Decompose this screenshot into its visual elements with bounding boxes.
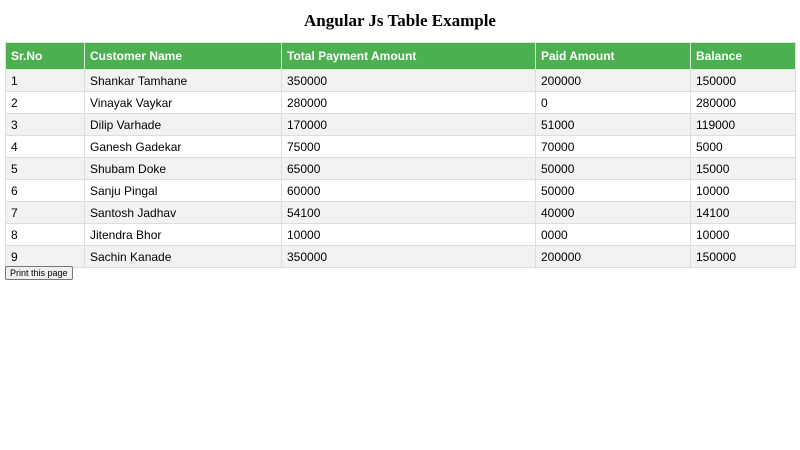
- column-header-balance: Balance: [690, 42, 796, 70]
- cell-paid-amount: 40000: [535, 201, 691, 224]
- column-header-total-payment-amount: Total Payment Amount: [281, 42, 536, 70]
- table-row: 9 Sachin Kanade 350000 200000 150000: [5, 245, 796, 268]
- cell-total-payment-amount: 350000: [281, 245, 536, 268]
- cell-balance: 10000: [690, 223, 796, 246]
- column-header-customer-name: Customer Name: [84, 42, 282, 70]
- cell-paid-amount: 50000: [535, 179, 691, 202]
- cell-total-payment-amount: 75000: [281, 135, 536, 158]
- cell-balance: 280000: [690, 91, 796, 114]
- cell-customer-name: Dilip Varhade: [84, 113, 282, 136]
- cell-sr-no: 5: [5, 157, 85, 180]
- cell-paid-amount: 200000: [535, 69, 691, 92]
- print-page-button[interactable]: Print this page: [5, 266, 73, 280]
- cell-balance: 150000: [690, 69, 796, 92]
- table-header: Sr.No Customer Name Total Payment Amount…: [5, 42, 796, 70]
- table-row: 4 Ganesh Gadekar 75000 70000 5000: [5, 135, 796, 158]
- cell-paid-amount: 0000: [535, 223, 691, 246]
- cell-balance: 14100: [690, 201, 796, 224]
- cell-customer-name: Santosh Jadhav: [84, 201, 282, 224]
- table-body: 1 Shankar Tamhane 350000 200000 150000 2 Vinay…: [5, 69, 796, 268]
- cell-total-payment-amount: 54100: [281, 201, 536, 224]
- cell-sr-no: 4: [5, 135, 85, 158]
- cell-sr-no: 2: [5, 91, 85, 114]
- table-header-row: Sr.No Customer Name Total Payment Amount…: [5, 42, 796, 70]
- cell-customer-name: Sachin Kanade: [84, 245, 282, 268]
- cell-balance: 10000: [690, 179, 796, 202]
- cell-paid-amount: 70000: [535, 135, 691, 158]
- cell-sr-no: 3: [5, 113, 85, 136]
- cell-customer-name: Sanju Pingal: [84, 179, 282, 202]
- table-row: 2 Vinayak Vaykar 280000 0 280000: [5, 91, 796, 114]
- table-row: 6 Sanju Pingal 60000 50000 10000: [5, 179, 796, 202]
- cell-sr-no: 8: [5, 223, 85, 246]
- cell-total-payment-amount: 350000: [281, 69, 536, 92]
- cell-customer-name: Jitendra Bhor: [84, 223, 282, 246]
- cell-customer-name: Ganesh Gadekar: [84, 135, 282, 158]
- cell-total-payment-amount: 280000: [281, 91, 536, 114]
- table-row: 1 Shankar Tamhane 350000 200000 150000: [5, 69, 796, 92]
- cell-customer-name: Vinayak Vaykar: [84, 91, 282, 114]
- table-row: 5 Shubam Doke 65000 50000 15000: [5, 157, 796, 180]
- column-header-sr-no: Sr.No: [5, 42, 85, 70]
- cell-balance: 5000: [690, 135, 796, 158]
- cell-balance: 15000: [690, 157, 796, 180]
- column-header-paid-amount: Paid Amount: [535, 42, 691, 70]
- cell-balance: 150000: [690, 245, 796, 268]
- cell-paid-amount: 50000: [535, 157, 691, 180]
- cell-total-payment-amount: 65000: [281, 157, 536, 180]
- cell-total-payment-amount: 170000: [281, 113, 536, 136]
- cell-paid-amount: 51000: [535, 113, 691, 136]
- cell-total-payment-amount: 60000: [281, 179, 536, 202]
- cell-paid-amount: 0: [535, 91, 691, 114]
- cell-customer-name: Shankar Tamhane: [84, 69, 282, 92]
- cell-balance: 119000: [690, 113, 796, 136]
- cell-sr-no: 7: [5, 201, 85, 224]
- cell-sr-no: 1: [5, 69, 85, 92]
- cell-total-payment-amount: 10000: [281, 223, 536, 246]
- page-title: Angular Js Table Example: [304, 11, 496, 30]
- customer-payments-table: Sr.No Customer Name Total Payment Amount…: [5, 42, 796, 268]
- cell-customer-name: Shubam Doke: [84, 157, 282, 180]
- table-row: 3 Dilip Varhade 170000 51000 119000: [5, 113, 796, 136]
- cell-sr-no: 9: [5, 245, 85, 268]
- table-row: 8 Jitendra Bhor 10000 0000 10000: [5, 223, 796, 246]
- table-row: 7 Santosh Jadhav 54100 40000 14100: [5, 201, 796, 224]
- cell-sr-no: 6: [5, 179, 85, 202]
- cell-paid-amount: 200000: [535, 245, 691, 268]
